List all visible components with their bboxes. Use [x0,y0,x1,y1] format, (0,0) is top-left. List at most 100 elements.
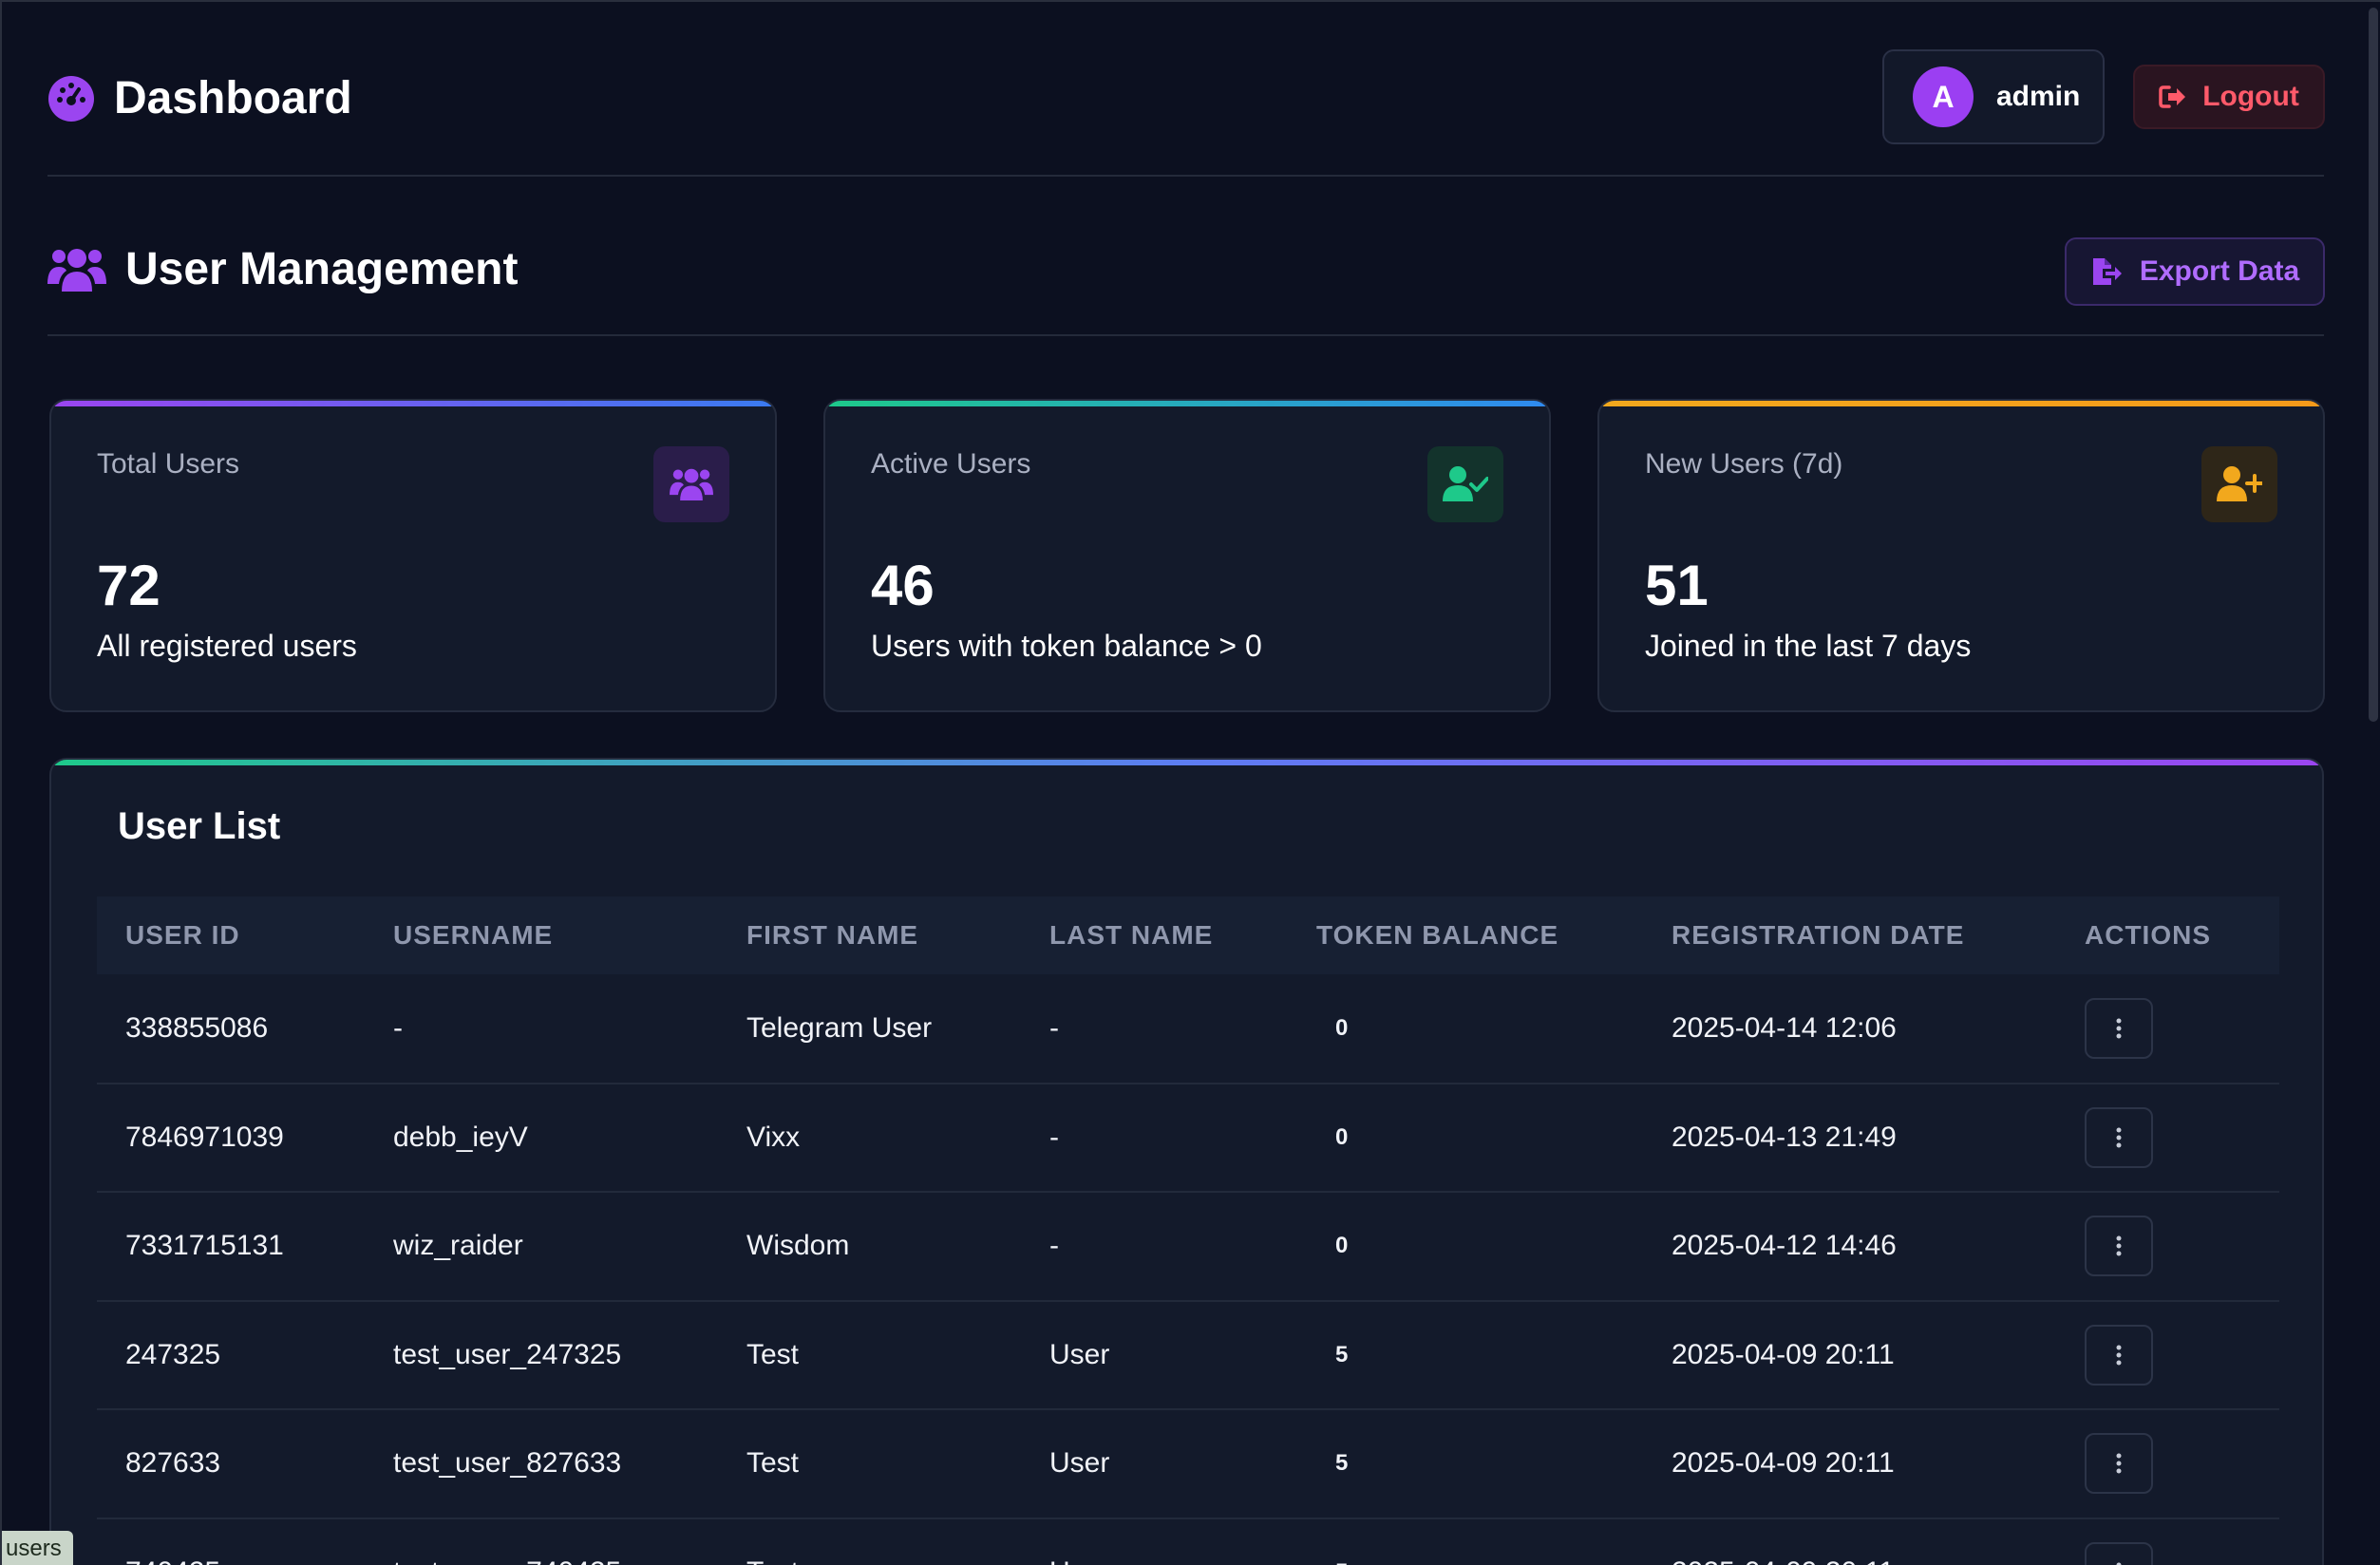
cell-actions [2056,1192,2279,1301]
cell-user-id: 7331715131 [125,1230,284,1262]
column-header-user-id[interactable]: USER ID [97,896,365,974]
cell-actions [2056,974,2279,1084]
cell-last-name: User [1021,1518,1288,1565]
table-row: 338855086 - Telegram User - 0 2025-04-14… [97,974,2279,1084]
column-header-first-name[interactable]: FIRST NAME [718,896,1021,974]
table-row: 827633 test_user_827633 Test User 5 2025… [97,1409,2279,1518]
cell-last-name: User [1049,1447,1110,1480]
gauge-icon [48,75,94,122]
table-header-row: USER ID USERNAME FIRST NAME LAST NAME TO… [97,896,2279,974]
cell-token-balance: 0 [1335,1123,1349,1150]
cell-user-id: 247325 [125,1338,221,1370]
cell-user-id: 740425 [97,1518,365,1565]
stat-card-active-users: Active Users 46 Users with token balance… [823,399,1551,712]
cell-actions [2056,1084,2279,1193]
stat-value: 46 [871,554,935,617]
stat-description: Users with token balance > 0 [871,629,1262,663]
cell-user-id: 827633 [125,1447,221,1480]
cell-username: debb_ieyV [393,1121,528,1153]
user-plus-icon [2217,466,2262,501]
cell-last-name: - [1049,1011,1059,1044]
cell-first-name: Telegram User [746,1011,933,1044]
logout-button[interactable]: Logout [2133,65,2325,129]
cell-username: test_user_827633 [393,1447,622,1480]
cell-token-balance: 0 [1335,1233,1349,1259]
ellipsis-vertical-icon [2116,1235,2122,1256]
row-actions-button[interactable] [2085,1541,2153,1565]
column-header-registration-date[interactable]: REGISTRATION DATE [1643,896,2056,974]
column-header-actions: ACTIONS [2085,920,2211,950]
page: Dashboard A admin Logout User Management… [0,0,2380,1565]
row-actions-button[interactable] [2085,1106,2153,1168]
cell-username: - [393,1011,403,1044]
top-bar: Dashboard A admin Logout [47,47,2325,177]
section-title-group: User Management [47,243,518,295]
stat-label: New Users (7d) [1645,448,1843,480]
row-actions-button[interactable] [2085,1324,2153,1386]
cell-token-balance: 5 [1288,1518,1643,1565]
avatar: A [1913,66,1974,127]
cell-first-name: Wisdom [746,1230,850,1262]
cell-actions [2056,1518,2279,1565]
export-data-button[interactable]: Export Data [2065,237,2325,306]
cell-user-id: 338855086 [125,1011,269,1044]
stat-value: 72 [97,554,161,617]
card-accent-bar [1599,401,2323,406]
user-list-title: User List [118,805,281,847]
table-row: 740425 test_user_740425 Test User 5 2025… [97,1518,2279,1565]
stat-description: Joined in the last 7 days [1645,629,1972,663]
cell-username: test_user_740425 [365,1518,718,1565]
page-title: Dashboard [114,73,352,123]
cell-last-name: - [1049,1121,1059,1153]
brand: Dashboard [47,72,352,124]
cell-user-id: 7846971039 [125,1121,284,1153]
sign-out-icon [2159,85,2186,108]
cell-last-name: User [1049,1338,1110,1370]
username-label: admin [1996,81,2081,112]
column-header-username[interactable]: USERNAME [365,896,718,974]
stat-label: Total Users [97,448,240,480]
stat-value: 51 [1645,554,1709,617]
cell-username: test_user_247325 [393,1338,622,1370]
status-tooltip: users [2,1531,73,1565]
column-header-last-name[interactable]: LAST NAME [1021,896,1288,974]
scrollbar-thumb[interactable] [2369,8,2378,722]
cell-first-name: Test [718,1518,1021,1565]
cell-actions [2056,1301,2279,1410]
cell-first-name: Vixx [746,1121,801,1153]
ellipsis-vertical-icon [2116,1018,2122,1039]
user-menu[interactable]: A admin [1882,49,2105,144]
stat-label: Active Users [871,448,1031,480]
cell-actions [2056,1409,2279,1518]
cell-token-balance: 0 [1335,1014,1349,1041]
cell-token-balance: 5 [1335,1450,1349,1477]
cell-registration-date: 2025-04-13 21:49 [1672,1121,1897,1153]
panel-accent-bar [51,760,2322,765]
cell-registration-date: 2025-04-12 14:46 [1672,1230,1897,1262]
ellipsis-vertical-icon [2116,1127,2122,1148]
column-header-token-balance[interactable]: TOKEN BALANCE [1288,896,1643,974]
row-actions-button[interactable] [2085,1433,2153,1495]
table-row: 7846971039 debb_ieyV Vixx - 0 2025-04-13… [97,1084,2279,1193]
ellipsis-vertical-icon [2116,1453,2122,1474]
stat-card-total-users: Total Users 72 All registered users [49,399,777,712]
cell-registration-date: 2025-04-09 20:11 [1672,1447,1895,1480]
row-actions-button[interactable] [2085,1216,2153,1277]
cell-username: wiz_raider [393,1230,523,1262]
section-title: User Management [125,244,519,294]
ellipsis-vertical-icon [2116,1345,2122,1366]
stat-icon-box [653,446,729,522]
row-actions-button[interactable] [2085,997,2153,1059]
stat-description: All registered users [97,629,357,663]
cell-token-balance: 5 [1335,1341,1349,1367]
cell-first-name: Test [746,1338,800,1370]
cell-last-name: - [1049,1230,1059,1262]
user-check-icon [1443,466,1488,501]
cell-first-name: Test [746,1447,800,1480]
page-scrollbar[interactable] [2367,2,2380,1565]
file-export-icon [2092,258,2122,285]
export-label: Export Data [2139,255,2300,287]
user-table: USER ID USERNAME FIRST NAME LAST NAME TO… [97,896,2279,1565]
users-icon [47,248,106,292]
cell-registration-date: 2025-04-14 12:06 [1672,1011,1897,1044]
